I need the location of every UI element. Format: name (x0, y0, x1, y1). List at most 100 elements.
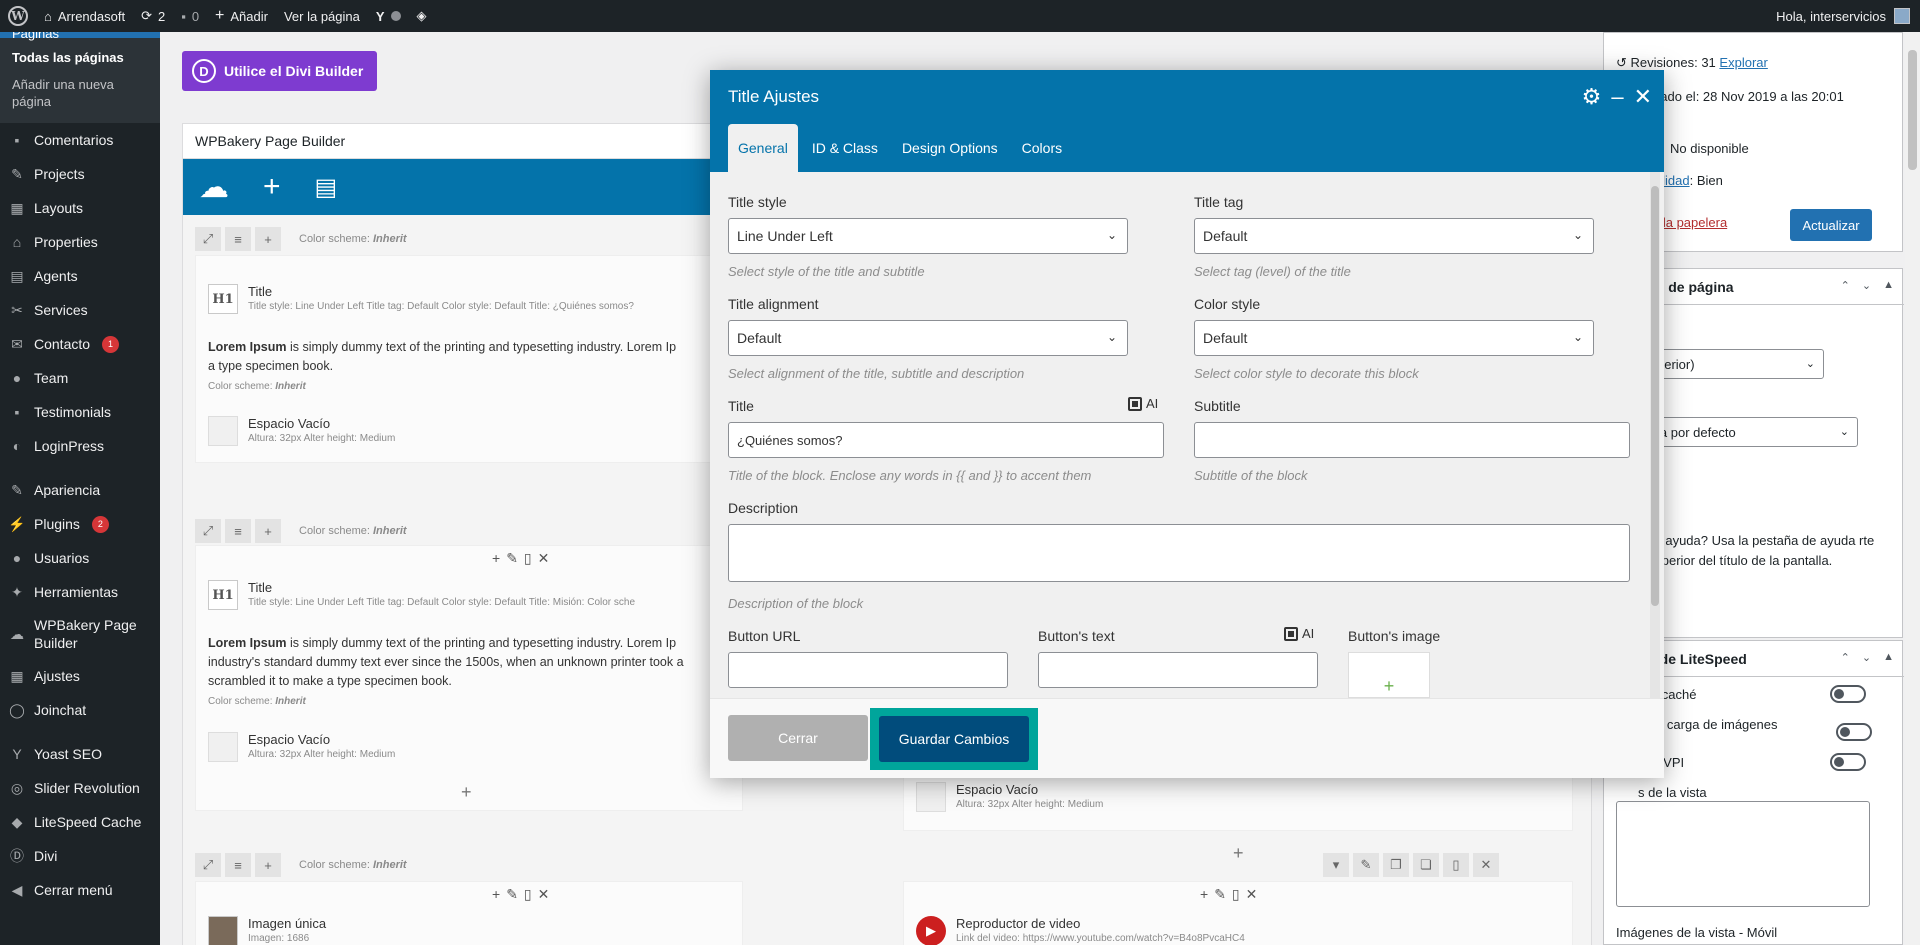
close-icon[interactable]: ✕ (1634, 84, 1652, 110)
minimize-icon[interactable]: – (1611, 84, 1623, 110)
text-element[interactable]: Lorem Ipsum is simply dummy text of the … (208, 338, 730, 396)
add-column-icon[interactable]: + (255, 227, 281, 251)
my-account-menu[interactable]: Hola, interservicios (1776, 8, 1920, 24)
clone-icon[interactable]: ❏ (1413, 853, 1439, 877)
trash-icon[interactable]: ▯ (524, 886, 532, 903)
sidebar-item-slider-revolution[interactable]: ◎ Slider Revolution (0, 771, 160, 805)
tab-colors[interactable]: Colors (1012, 124, 1072, 172)
divi-diamond-menu[interactable]: ◈ (409, 0, 435, 32)
sidebar-item-plugins[interactable]: ⚡ Plugins 2 (0, 507, 160, 541)
triangle-up-icon[interactable]: ▲ (1883, 651, 1894, 664)
triangle-up-icon[interactable]: ▲ (1883, 279, 1894, 292)
ls-toggle-cache[interactable] (1830, 685, 1866, 703)
updates-menu[interactable]: ⟳ 2 (133, 0, 173, 32)
chevron-down-icon[interactable]: ▾ (1323, 853, 1349, 877)
trash-icon[interactable]: ▯ (1232, 886, 1240, 903)
sidebar-item-services[interactable]: ✂ Services (0, 293, 160, 327)
chevron-up-icon[interactable]: ⌃ (1841, 279, 1850, 292)
close-icon[interactable]: ✕ (538, 886, 550, 903)
add-icon[interactable]: + (492, 550, 500, 567)
new-content-menu[interactable]: + Añadir (207, 0, 276, 32)
submenu-add-new-page[interactable]: Añadir una nueva página (0, 71, 160, 115)
vista-textarea[interactable] (1616, 801, 1870, 907)
wp-logo-menu[interactable]: W (0, 0, 36, 32)
yoast-menu[interactable]: Y (368, 0, 409, 32)
text-element[interactable]: Lorem Ipsum is simply dummy text of the … (208, 634, 730, 711)
move-row-icon[interactable]: ⤢ (195, 519, 221, 543)
title-element[interactable]: H1 Title Title style: Line Under Left Tit… (208, 580, 730, 610)
site-name-menu[interactable]: ⌂ Arrendasoft (36, 0, 133, 32)
ls-toggle-images[interactable] (1836, 723, 1872, 741)
submenu-all-pages[interactable]: Todas las páginas (0, 44, 160, 71)
button-text-ai-button[interactable]: AI (1284, 626, 1314, 641)
close-icon[interactable]: ✕ (1473, 853, 1499, 877)
modal-scrollbar[interactable] (1650, 172, 1660, 698)
row-layout-icon[interactable]: ≡ (225, 519, 251, 543)
sidebar-item-comentarios[interactable]: ▪ Comentarios (0, 123, 160, 157)
sidebar-item-joinchat[interactable]: ◯ Joinchat (0, 693, 160, 727)
title-style-select[interactable]: Line Under Left ⌄ (728, 218, 1128, 254)
sidebar-item-team[interactable]: ● Team (0, 361, 160, 395)
template-select[interactable]: la por defecto ⌄ (1648, 417, 1858, 447)
description-textarea[interactable] (728, 524, 1630, 582)
sidebar-item-herramientas[interactable]: ✦ Herramientas (0, 575, 160, 609)
comments-menu[interactable]: ▪ 0 (173, 0, 207, 32)
sidebar-item-properties[interactable]: ⌂ Properties (0, 225, 160, 259)
move-row-icon[interactable]: ⤢ (195, 853, 221, 877)
title-tag-select[interactable]: Default ⌄ (1194, 218, 1594, 254)
add-element-icon[interactable]: + (263, 170, 281, 204)
add-icon[interactable]: + (1200, 886, 1208, 903)
close-button[interactable]: Cerrar (728, 715, 868, 761)
tab-design-options[interactable]: Design Options (892, 124, 1008, 172)
sidebar-item-wpbakery-page-builder[interactable]: ☁ WPBakery Page Builder (0, 609, 160, 659)
spacer-element[interactable]: Espacio Vacío Altura: 32px Alter height: … (208, 416, 730, 446)
chevron-down-icon[interactable]: ⌄ (1862, 279, 1871, 292)
sidebar-item-agents[interactable]: ▤ Agents (0, 259, 160, 293)
button-url-input[interactable] (728, 652, 1008, 688)
revisions-explore-link[interactable]: Explorar (1719, 55, 1767, 70)
move-row-icon[interactable]: ⤢ (195, 227, 221, 251)
color-style-select[interactable]: Default ⌄ (1194, 320, 1594, 356)
sidebar-item-cerrar-men[interactable]: ◀ Cerrar menú (0, 873, 160, 907)
button-text-input[interactable] (1038, 652, 1318, 688)
title-ai-button[interactable]: AI (1128, 396, 1158, 411)
chevron-down-icon[interactable]: ⌄ (1862, 651, 1871, 664)
divi-builder-button[interactable]: D Utilice el Divi Builder (182, 51, 378, 91)
trash-icon[interactable]: ▯ (524, 550, 532, 567)
row-layout-icon[interactable]: ≡ (225, 227, 251, 251)
tab-id-class[interactable]: ID & Class (802, 124, 888, 172)
add-column-icon[interactable]: + (255, 519, 281, 543)
save-changes-button[interactable]: Guardar Cambios (879, 716, 1029, 762)
sidebar-item-layouts[interactable]: ▦ Layouts (0, 191, 160, 225)
button-image-picker[interactable]: + (1348, 652, 1430, 698)
add-icon[interactable]: + (492, 886, 500, 903)
spacer-element[interactable]: Espacio Vacío Altura: 32px Alter height: … (916, 782, 1560, 812)
copy-icon[interactable]: ❐ (1383, 853, 1409, 877)
sidebar-item-contacto[interactable]: ✉ Contacto 1 (0, 327, 160, 361)
title-alignment-select[interactable]: Default ⌄ (728, 320, 1128, 356)
page-scrollbar[interactable] (1905, 32, 1920, 945)
modal-scrollbar-thumb[interactable] (1651, 186, 1659, 606)
title-element[interactable]: H1 Title Title style: Line Under Left Tit… (208, 284, 730, 314)
sidebar-item-usuarios[interactable]: ● Usuarios (0, 541, 160, 575)
templates-icon[interactable]: ▤ (315, 173, 338, 202)
trash-icon[interactable]: ▯ (1443, 853, 1469, 877)
video-player-element[interactable]: ▶ Reproductor de video Link del video: ht… (916, 916, 1560, 945)
update-button[interactable]: Actualizar (1790, 209, 1872, 241)
title-input[interactable]: ¿Quiénes somos? (728, 422, 1164, 458)
sidebar-item-ajustes[interactable]: ▦ Ajustes (0, 659, 160, 693)
subtitle-input[interactable] (1194, 422, 1630, 458)
row-layout-icon[interactable]: ≡ (225, 853, 251, 877)
close-icon[interactable]: ✕ (538, 550, 550, 567)
spacer-element[interactable]: Espacio Vacío Altura: 32px Alter height: … (208, 732, 730, 762)
edit-icon[interactable]: ✎ (506, 886, 518, 903)
sidebar-item-divi[interactable]: Ⓓ Divi (0, 839, 160, 873)
single-image-element[interactable]: Imagen única Imagen: 1686 (208, 916, 730, 945)
edit-icon[interactable]: ✎ (506, 550, 518, 567)
edit-icon[interactable]: ✎ (1353, 853, 1379, 877)
chevron-up-icon[interactable]: ⌃ (1841, 651, 1850, 664)
add-column-icon[interactable]: + (255, 853, 281, 877)
sidebar-item-yoast-seo[interactable]: Y Yoast SEO (0, 737, 160, 771)
sidebar-item-apariencia[interactable]: ✎ Apariencia (0, 473, 160, 507)
parent-select[interactable]: perior) ⌄ (1648, 349, 1824, 379)
